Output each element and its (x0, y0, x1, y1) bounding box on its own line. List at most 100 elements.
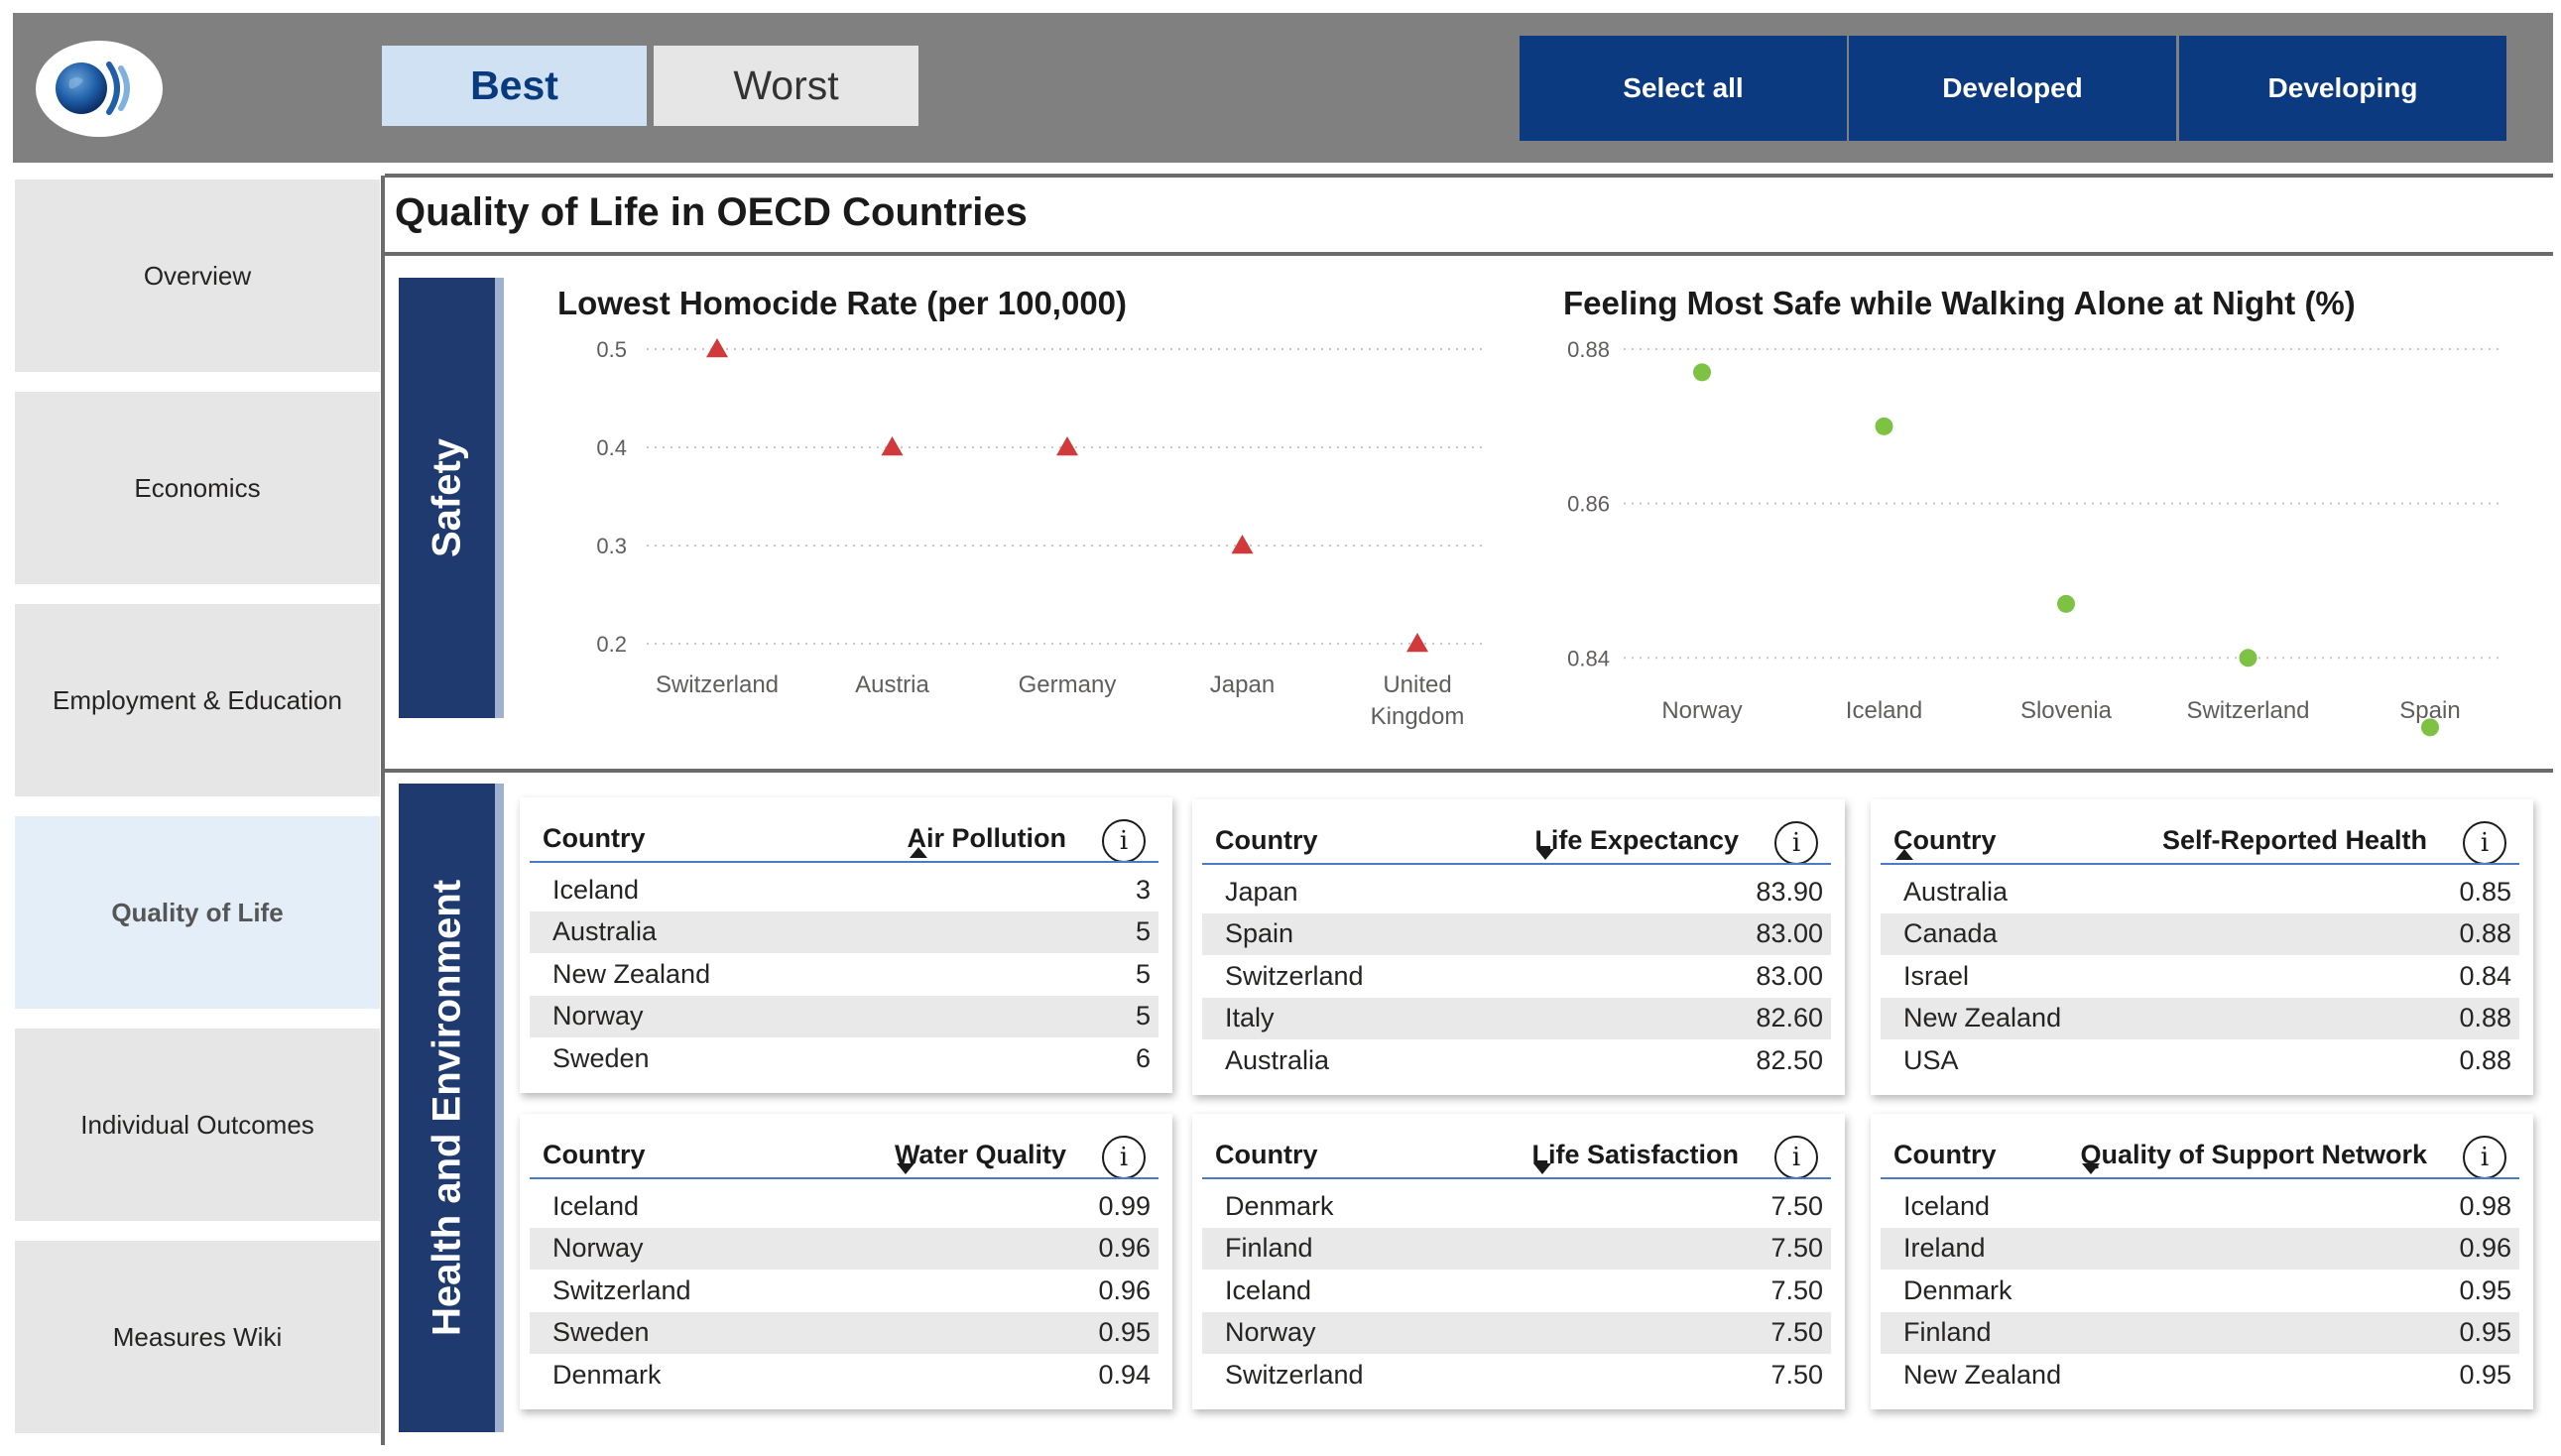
table-row[interactable]: Australia 5 (530, 910, 1159, 953)
table-row[interactable]: Israel 0.84 (1881, 955, 2519, 997)
globe-icon (56, 61, 130, 115)
table-row[interactable]: Switzerland 7.50 (1202, 1354, 1831, 1395)
value-cell: 0.95 (2459, 1317, 2511, 1347)
country-cell: Finland (1903, 1317, 1992, 1347)
table-row[interactable]: Switzerland 83.00 (1202, 955, 1831, 997)
column-header-measure[interactable]: Quality of Support Network (2080, 1140, 2427, 1170)
header-rule (1202, 863, 1831, 865)
nav-quality-of-life[interactable]: Quality of Life (15, 816, 380, 1009)
filter-developing-button[interactable]: Developing (2179, 36, 2506, 141)
nav-overview[interactable]: Overview (15, 180, 380, 372)
table-row[interactable]: Denmark 0.95 (1881, 1270, 2519, 1311)
value-cell: 5 (1135, 916, 1151, 946)
nav-measures-wiki[interactable]: Measures Wiki (15, 1241, 380, 1433)
x-category-label: Norway (1661, 697, 1742, 724)
country-cell: Denmark (552, 1359, 662, 1390)
header-rule (530, 861, 1159, 863)
column-header-country[interactable]: Country (1893, 1140, 1997, 1170)
table-row[interactable]: New Zealand 5 (530, 953, 1159, 995)
table-row[interactable]: Ireland 0.96 (1881, 1227, 2519, 1270)
table-row[interactable]: Iceland 0.98 (1881, 1185, 2519, 1227)
nav-employment-education[interactable]: Employment & Education (15, 604, 380, 796)
info-icon[interactable]: i (2463, 821, 2506, 865)
info-icon[interactable]: i (2463, 1136, 2506, 1179)
table-row[interactable]: Sweden 0.95 (530, 1311, 1159, 1354)
value-cell: 0.88 (2459, 1044, 2511, 1075)
table-row[interactable]: Australia 0.85 (1881, 871, 2519, 912)
country-cell: Australia (1225, 1044, 1330, 1075)
table-row[interactable]: USA 0.88 (1881, 1039, 2519, 1081)
header-rule (1202, 1177, 1831, 1179)
column-header-country[interactable]: Country (1215, 825, 1318, 856)
info-icon[interactable]: i (1102, 819, 1146, 863)
table-row[interactable]: Spain 83.00 (1202, 912, 1831, 955)
column-header-country[interactable]: Country (543, 1140, 646, 1170)
table-row[interactable]: Norway 5 (530, 995, 1159, 1037)
country-cell: Sweden (552, 1042, 650, 1073)
table-row[interactable]: New Zealand 0.95 (1881, 1354, 2519, 1395)
value-cell: 0.88 (2459, 918, 2511, 948)
country-cell: Norway (1225, 1317, 1316, 1347)
country-cell: Denmark (1225, 1190, 1334, 1221)
table-row[interactable]: Japan 83.90 (1202, 871, 1831, 912)
oecd-logo (36, 41, 163, 137)
table-row[interactable]: Denmark 0.94 (530, 1354, 1159, 1395)
value-cell: 0.96 (1098, 1233, 1151, 1263)
filter-select-all-button[interactable]: Select all (1520, 36, 1847, 141)
table-row[interactable]: Finland 7.50 (1202, 1227, 1831, 1270)
title-top-divider (385, 174, 2553, 178)
info-icon[interactable]: i (1774, 1136, 1818, 1179)
table-row[interactable]: Iceland 0.99 (530, 1185, 1159, 1227)
table-row[interactable]: Switzerland 0.96 (530, 1270, 1159, 1311)
x-category-label: Switzerland (656, 671, 779, 698)
table-row[interactable]: Finland 0.95 (1881, 1311, 2519, 1354)
value-cell: 0.96 (1098, 1274, 1151, 1305)
data-point (2057, 594, 2075, 613)
value-cell: 0.96 (2459, 1233, 2511, 1263)
table-row[interactable]: Italy 82.60 (1202, 997, 1831, 1039)
column-header-measure[interactable]: Self-Reported Health (2162, 825, 2427, 856)
table-row[interactable]: Iceland 7.50 (1202, 1270, 1831, 1311)
column-header-measure[interactable]: Life Expectancy (1534, 825, 1739, 856)
country-cell: Australia (552, 916, 658, 946)
data-point (2239, 649, 2257, 667)
info-icon[interactable]: i (1102, 1136, 1146, 1179)
column-header-country[interactable]: Country (543, 823, 646, 854)
table-row[interactable]: Norway 7.50 (1202, 1311, 1831, 1354)
info-icon[interactable]: i (1774, 821, 1818, 865)
country-cell: Iceland (552, 874, 640, 905)
table-row[interactable]: Sweden 6 (530, 1037, 1159, 1079)
filter-developed-button[interactable]: Developed (1849, 36, 2176, 141)
measure-table-card: Country Water Quality i Iceland 0.99 Norway 0.… (520, 1114, 1172, 1409)
value-cell: 7.50 (1770, 1317, 1823, 1347)
toggle-best-button[interactable]: Best (382, 46, 647, 126)
measure-table-card: Country Air Pollution i Iceland 3 Australia 5 N… (520, 797, 1172, 1093)
health-environment-section-label: Health and Environment (399, 784, 504, 1432)
nav-economics[interactable]: Economics (15, 392, 380, 584)
sort-ascending-icon (910, 847, 927, 858)
column-header-measure[interactable]: Life Satisfaction (1531, 1140, 1739, 1170)
column-header-measure[interactable]: Water Quality (895, 1140, 1066, 1170)
nav-individual-outcomes[interactable]: Individual Outcomes (15, 1029, 380, 1221)
country-cell: New Zealand (1903, 1359, 2062, 1390)
country-cell: Finland (1225, 1233, 1313, 1263)
column-header-measure[interactable]: Air Pollution (908, 823, 1066, 854)
sort-descending-icon (2082, 1163, 2100, 1174)
country-cell: New Zealand (552, 958, 711, 989)
table-row[interactable]: Australia 82.50 (1202, 1039, 1831, 1081)
measure-table-card: Country Self-Reported Health i Australia 0.8… (1871, 799, 2533, 1095)
country-cell: Ireland (1903, 1233, 1986, 1263)
table-row[interactable]: New Zealand 0.88 (1881, 997, 2519, 1039)
header-rule (1881, 863, 2519, 865)
value-cell: 6 (1135, 1042, 1151, 1073)
table-row[interactable]: Norway 0.96 (530, 1227, 1159, 1270)
table-row[interactable]: Iceland 3 (530, 869, 1159, 910)
value-cell: 0.88 (2459, 1003, 2511, 1032)
data-point (1875, 417, 1893, 435)
column-header-country[interactable]: Country (1215, 1140, 1318, 1170)
table-row[interactable]: Canada 0.88 (1881, 912, 2519, 955)
toggle-worst-button[interactable]: Worst (654, 46, 918, 126)
table-row[interactable]: Denmark 7.50 (1202, 1185, 1831, 1227)
data-point (881, 436, 904, 456)
value-cell: 7.50 (1770, 1359, 1823, 1390)
